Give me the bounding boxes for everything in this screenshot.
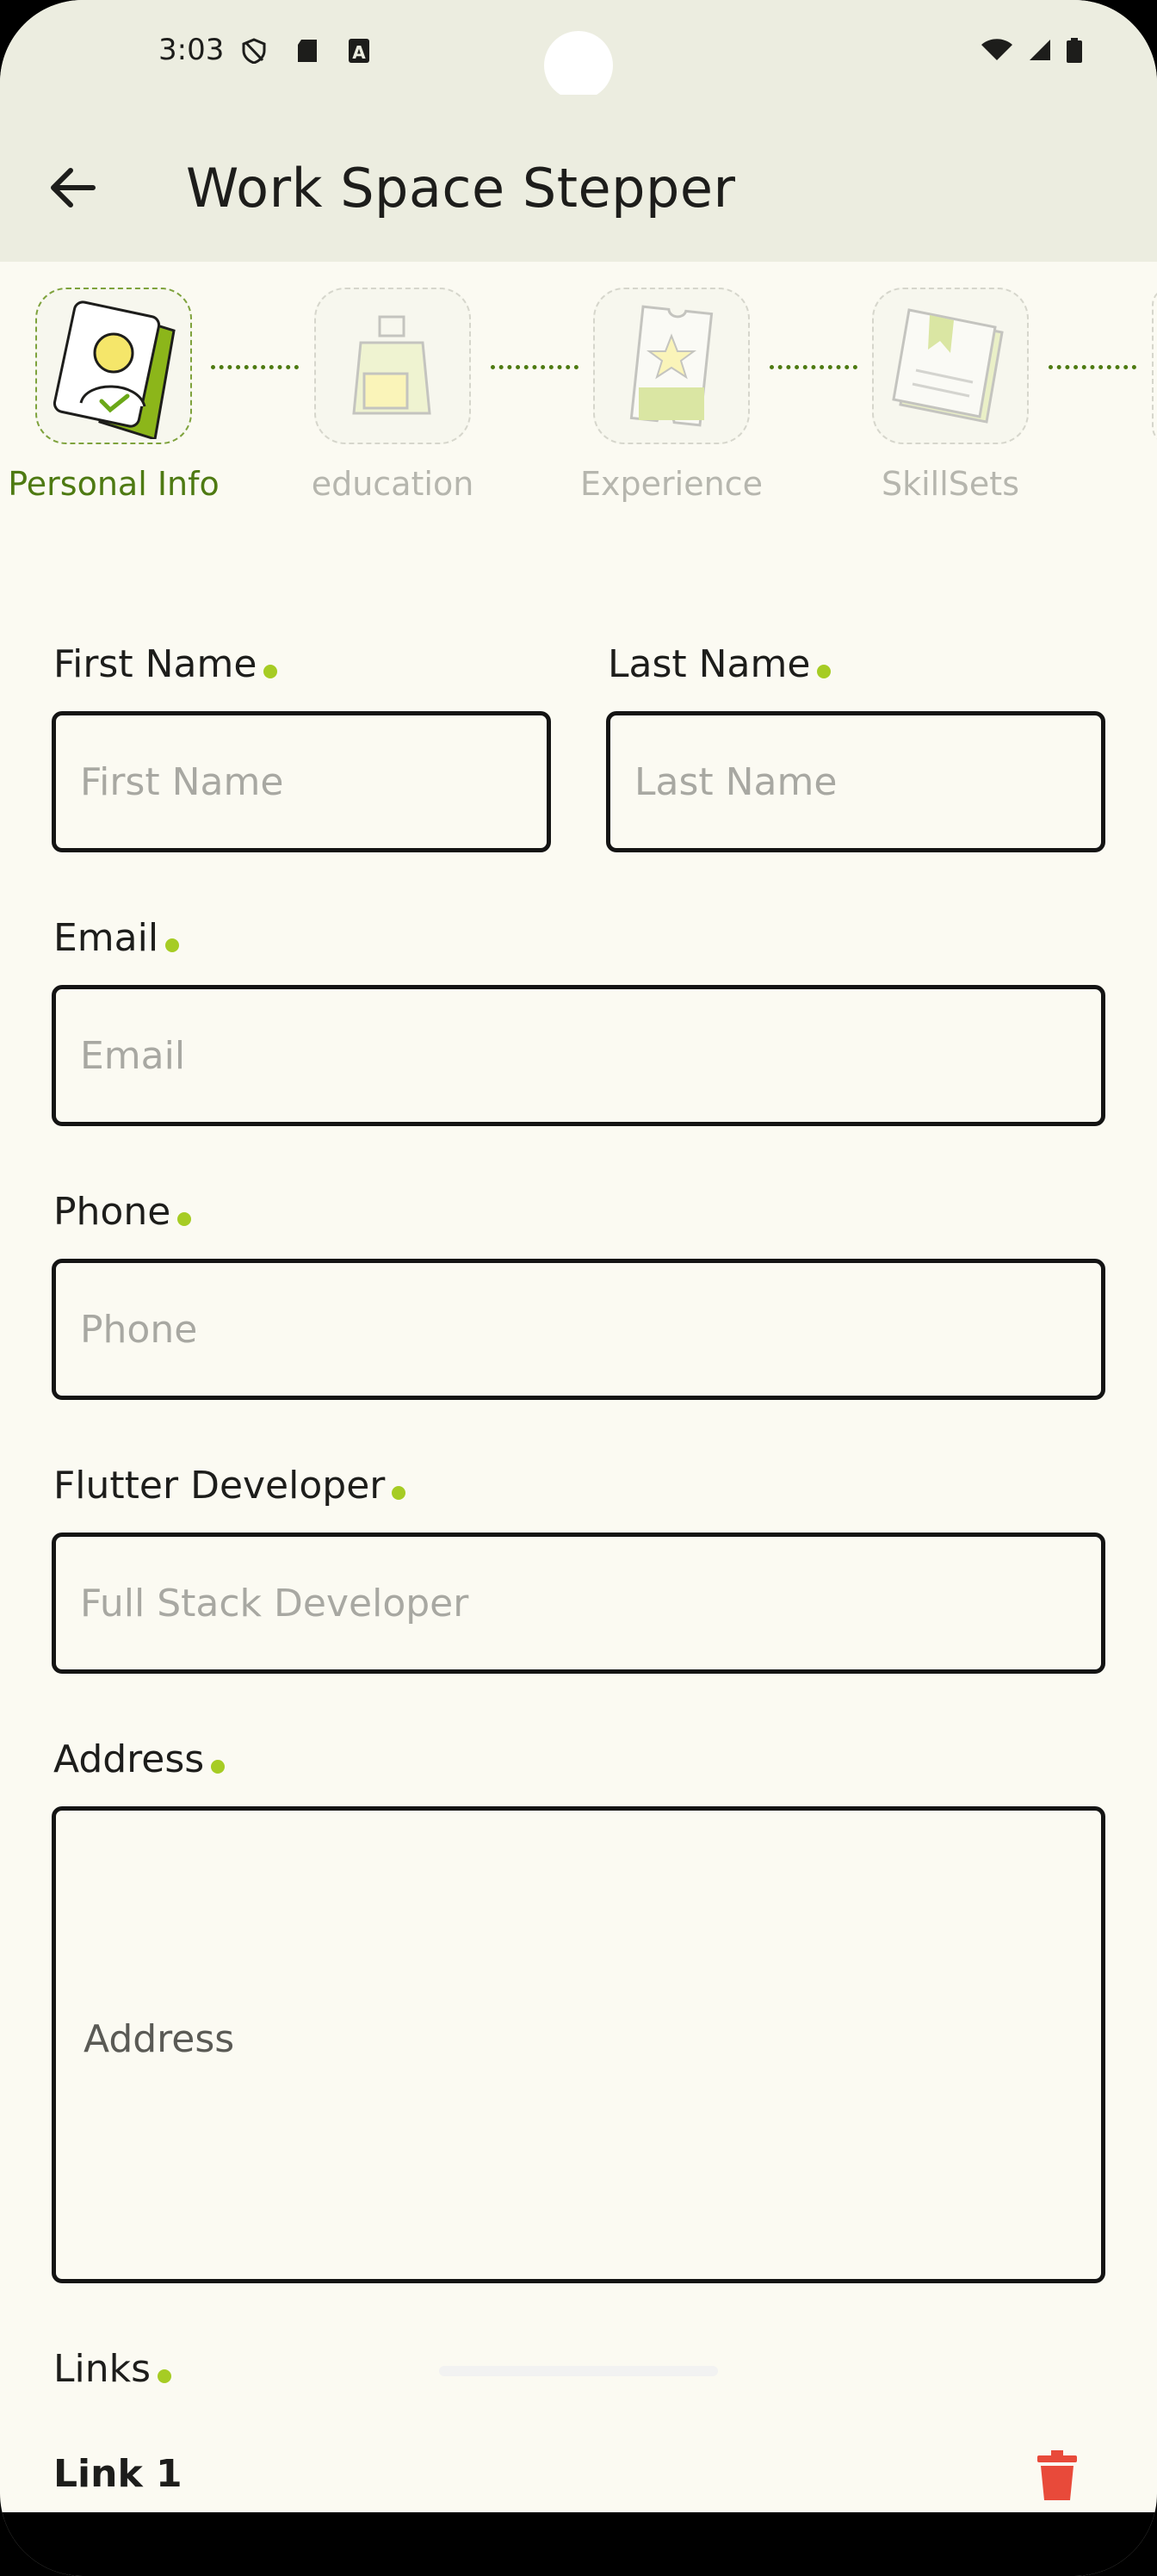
step-label: SkillSets: [882, 465, 1019, 503]
status-time: 3:03: [158, 33, 225, 67]
role-label: Flutter Developer: [53, 1464, 406, 1508]
links-label: Links: [53, 2347, 172, 2391]
step-skillsets[interactable]: SkillSets: [838, 288, 1062, 503]
step-education[interactable]: education: [281, 288, 504, 503]
step-connector: [1049, 365, 1136, 369]
phone-label: Phone: [53, 1190, 192, 1234]
book-icon: [892, 308, 1004, 424]
required-dot: [158, 2369, 172, 2383]
last-name-input[interactable]: [634, 759, 1101, 804]
app-bar: Work Space Stepper: [0, 95, 1157, 262]
required-dot: [263, 665, 278, 678]
ticket-star-icon: [629, 305, 714, 427]
address-placeholder: Address: [84, 2017, 235, 2061]
step-icon-box: [872, 288, 1029, 444]
required-dot: [177, 1212, 192, 1226]
page-title: Work Space Stepper: [186, 157, 736, 220]
trash-icon: [1037, 2450, 1077, 2500]
role-input[interactable]: [80, 1581, 1101, 1625]
step-next-partial: [1152, 288, 1157, 444]
address-label: Address: [53, 1737, 226, 1781]
first-name-field[interactable]: [52, 711, 551, 852]
system-nav-bar: [0, 2512, 1157, 2576]
phone-input[interactable]: [80, 1307, 1101, 1352]
step-icon-box: [35, 288, 192, 444]
last-name-label: Last Name: [608, 642, 832, 686]
first-name-label: First Name: [53, 642, 278, 686]
step-icon-box: [314, 288, 471, 444]
delete-link-button[interactable]: [1031, 2445, 1083, 2505]
back-button[interactable]: [40, 155, 105, 220]
step-label: Personal Info: [8, 465, 220, 503]
last-name-field[interactable]: [606, 711, 1105, 852]
required-dot: [165, 938, 180, 952]
backpack-icon: [352, 315, 431, 415]
sd-card-icon: [298, 40, 317, 62]
id-card-icon: [53, 300, 176, 439]
status-bar: 3:03 A: [0, 0, 1157, 100]
email-field[interactable]: [52, 985, 1105, 1126]
step-experience[interactable]: Experience: [560, 288, 783, 503]
required-dot: [211, 1760, 226, 1774]
camera-cutout: [544, 31, 613, 100]
font-a-icon: A: [349, 39, 369, 63]
step-label: education: [311, 465, 474, 503]
battery-icon: [1067, 38, 1082, 63]
svg-text:A: A: [352, 42, 366, 63]
arrow-back-icon: [51, 168, 96, 207]
wifi-icon: [981, 39, 1012, 60]
email-label: Email: [53, 916, 180, 960]
email-input[interactable]: [80, 1033, 1101, 1078]
stepper: Personal Info education Experience Skill…: [0, 262, 1157, 520]
phone-field[interactable]: [52, 1259, 1105, 1400]
status-icons-right: [980, 38, 1083, 64]
step-icon-box: [593, 288, 750, 444]
home-indicator[interactable]: [439, 2366, 718, 2376]
address-field[interactable]: Address: [52, 1806, 1105, 2283]
required-dot: [392, 1486, 406, 1500]
signal-icon: [1030, 40, 1050, 60]
step-label: Experience: [580, 465, 763, 503]
required-dot: [817, 665, 832, 678]
link-item-title: Link 1: [53, 2452, 183, 2496]
role-field[interactable]: [52, 1533, 1105, 1674]
app-screen: 3:03 A Work Space Stepper Personal Info …: [0, 0, 1157, 2576]
shield-icon: [242, 38, 266, 64]
status-icons-left: A: [241, 38, 370, 64]
first-name-input[interactable]: [80, 759, 547, 804]
step-personal-info[interactable]: Personal Info: [2, 288, 226, 503]
